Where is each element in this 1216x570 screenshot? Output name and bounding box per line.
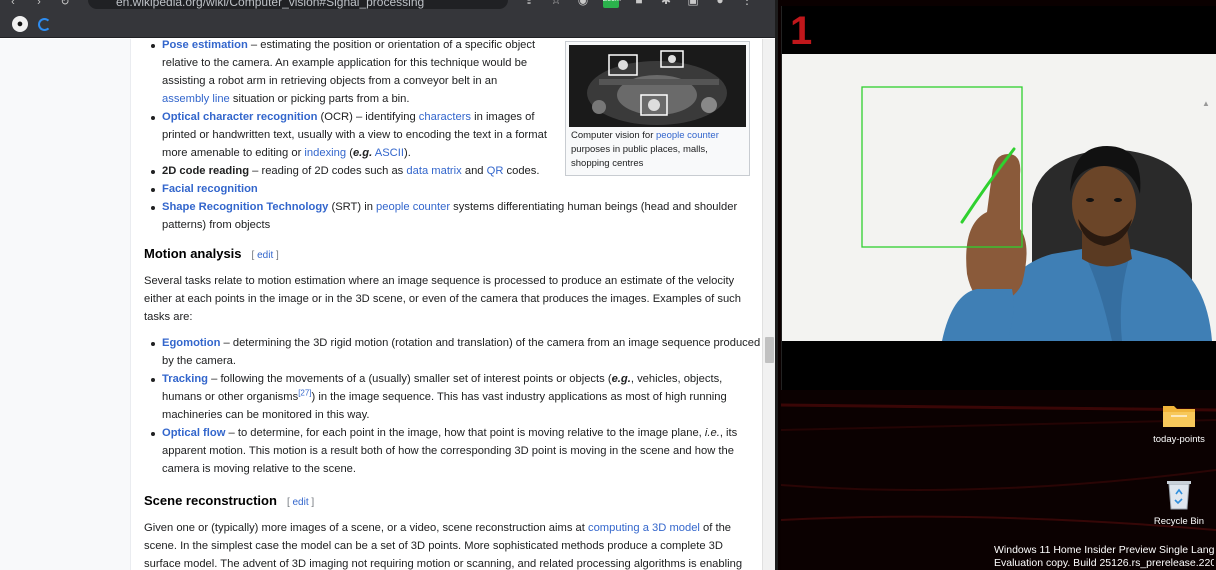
scrollbar-thumb[interactable]	[765, 337, 774, 363]
list-item: Facial recognition	[151, 180, 762, 198]
recycle-bin-label: Recycle Bin	[1153, 516, 1205, 527]
zoom-extension-icon[interactable]: Zoom	[603, 0, 621, 8]
page-viewport: Pose estimation – estimating the positio…	[0, 39, 765, 570]
windows-watermark: Windows 11 Home Insider Preview Single L…	[994, 544, 1214, 570]
extension-icon-2[interactable]: ■	[632, 0, 646, 8]
edit-link[interactable]: edit	[293, 497, 309, 508]
item-text: – to determine, for each point in the im…	[225, 427, 705, 439]
bookmark-c-icon[interactable]	[38, 17, 51, 31]
github-icon[interactable]: ●	[12, 16, 28, 32]
recycle-bin[interactable]: Recycle Bin	[1139, 478, 1216, 527]
bookmarks-bar: ●	[0, 11, 775, 38]
item-text: – determining the 3D rigid motion (rotat…	[162, 337, 761, 367]
watermark-line: Windows 11 Home Insider Preview Single L…	[994, 544, 1214, 556]
computing-3d-model-link[interactable]: computing a 3D model	[588, 522, 700, 534]
thumbnail-caption: Computer vision for people counter purpo…	[569, 127, 746, 171]
today-points-folder[interactable]: today-points	[1139, 402, 1216, 445]
profile-icon[interactable]: ●	[713, 0, 727, 8]
list-item: Egomotion – determining the 3D rigid mot…	[151, 334, 762, 370]
folder-label: today-points	[1153, 434, 1205, 445]
people-counter-link[interactable]: people counter	[376, 201, 450, 213]
reload-button[interactable]: ↻	[52, 0, 78, 11]
edit-section: [ edit ]	[251, 250, 279, 261]
motion-intro: Several tasks relate to motion estimatio…	[144, 275, 742, 323]
item-text: (OCR) – identifying	[317, 111, 419, 123]
camera-feed: ▲	[782, 54, 1216, 341]
reference-27-link[interactable]: [27]	[298, 388, 311, 397]
frame-number: 1	[790, 9, 813, 53]
camera-window: 1 ▲	[781, 6, 1216, 390]
watermark-line: Evaluation copy. Build 25126.rs_prerelea…	[994, 557, 1214, 569]
recycle-bin-icon	[1166, 478, 1192, 510]
data-matrix-link[interactable]: data matrix	[406, 165, 461, 177]
pose-estimation-link[interactable]: Pose estimation	[162, 39, 248, 51]
list-item: Optical flow – to determine, for each po…	[151, 424, 762, 478]
motion-list: Egomotion – determining the 3D rigid mot…	[144, 334, 762, 478]
item-text: (	[346, 147, 353, 159]
camera-window-footer	[782, 341, 1216, 390]
item-text: Given one or (typically) more images of …	[144, 522, 588, 534]
sidebar-icon[interactable]: ▣	[686, 0, 700, 8]
item-text: ).	[403, 147, 411, 159]
thumbnail-figure: Computer vision for people counter purpo…	[565, 41, 750, 176]
characters-link[interactable]: characters	[419, 111, 471, 123]
desktop: today-points Recycle Bin Windows 11 Home…	[781, 390, 1216, 570]
motion-analysis-heading: Motion analysis [ edit ]	[144, 245, 762, 265]
heading-text: Motion analysis	[144, 246, 242, 261]
toolbar-icons: ⇪ ☆ ◉ Zoom ■ ✱ ▣ ● ⋮	[522, 0, 775, 8]
item-text: – reading of 2D codes such as	[249, 165, 407, 177]
back-button[interactable]: ‹	[0, 0, 26, 11]
browser-window: ‹ › ↻ en.wikipedia.org/wiki/Computer_vis…	[0, 0, 778, 570]
extension-icon[interactable]: ◉	[576, 0, 590, 8]
optical-flow-link[interactable]: Optical flow	[162, 427, 225, 439]
shape-recognition-link[interactable]: Shape Recognition Technology	[162, 201, 328, 213]
people-counter-photo	[569, 45, 746, 127]
list-item: Tracking – following the movements of a …	[151, 370, 762, 424]
item-text: – following the movements of a (usually)…	[208, 373, 612, 385]
svg-text:▲: ▲	[1202, 99, 1210, 108]
caption-text: purposes in public places, malls, shoppi…	[571, 144, 708, 169]
page-scrollbar[interactable]	[762, 39, 775, 570]
scene-paragraph: Given one or (typically) more images of …	[144, 519, 762, 570]
ocr-link[interactable]: Optical character recognition	[162, 111, 317, 123]
ie-text: i.e.	[704, 427, 720, 439]
item-text: and	[461, 165, 487, 177]
tracking-link[interactable]: Tracking	[162, 373, 208, 385]
camera-feed-image: ▲	[782, 54, 1216, 341]
people-counter-image[interactable]	[569, 45, 746, 127]
ascii-link[interactable]: ASCII	[375, 147, 404, 159]
heading-text: Scene reconstruction	[144, 493, 277, 508]
puzzle-icon[interactable]: ✱	[659, 0, 673, 8]
item-text: situation or picking parts from a bin.	[229, 93, 410, 105]
browser-toolbar: ‹ › ↻ en.wikipedia.org/wiki/Computer_vis…	[0, 0, 775, 11]
caption-text: Computer vision for	[571, 130, 657, 141]
qr-link[interactable]: QR	[487, 165, 504, 177]
2d-code-term: 2D code reading	[162, 165, 250, 177]
caption-people-counter-link[interactable]: people counter	[656, 130, 719, 141]
item-text: codes.	[503, 165, 540, 177]
eg-text: e.g.	[611, 373, 631, 385]
eg-text: e.g.	[352, 147, 373, 159]
indexing-link[interactable]: indexing	[304, 147, 346, 159]
egomotion-link[interactable]: Egomotion	[162, 337, 220, 349]
list-item: Shape Recognition Technology (SRT) in pe…	[151, 198, 762, 234]
folder-icon	[1162, 402, 1196, 428]
address-bar[interactable]: en.wikipedia.org/wiki/Computer_vision#Si…	[88, 0, 508, 9]
forward-button[interactable]: ›	[26, 0, 52, 11]
item-text: (SRT) in	[328, 201, 377, 213]
menu-icon[interactable]: ⋮	[740, 0, 754, 8]
facial-recognition-link[interactable]: Facial recognition	[162, 183, 258, 195]
bookmark-star-icon[interactable]: ☆	[549, 0, 563, 8]
screen: ‹ › ↻ en.wikipedia.org/wiki/Computer_vis…	[0, 0, 1216, 570]
edit-link[interactable]: edit	[257, 250, 273, 261]
edit-section: [ edit ]	[286, 497, 315, 508]
assembly-line-link[interactable]: assembly line	[162, 93, 230, 105]
scene-reconstruction-heading: Scene reconstruction [ edit ]	[144, 492, 762, 512]
share-icon[interactable]: ⇪	[522, 0, 536, 8]
